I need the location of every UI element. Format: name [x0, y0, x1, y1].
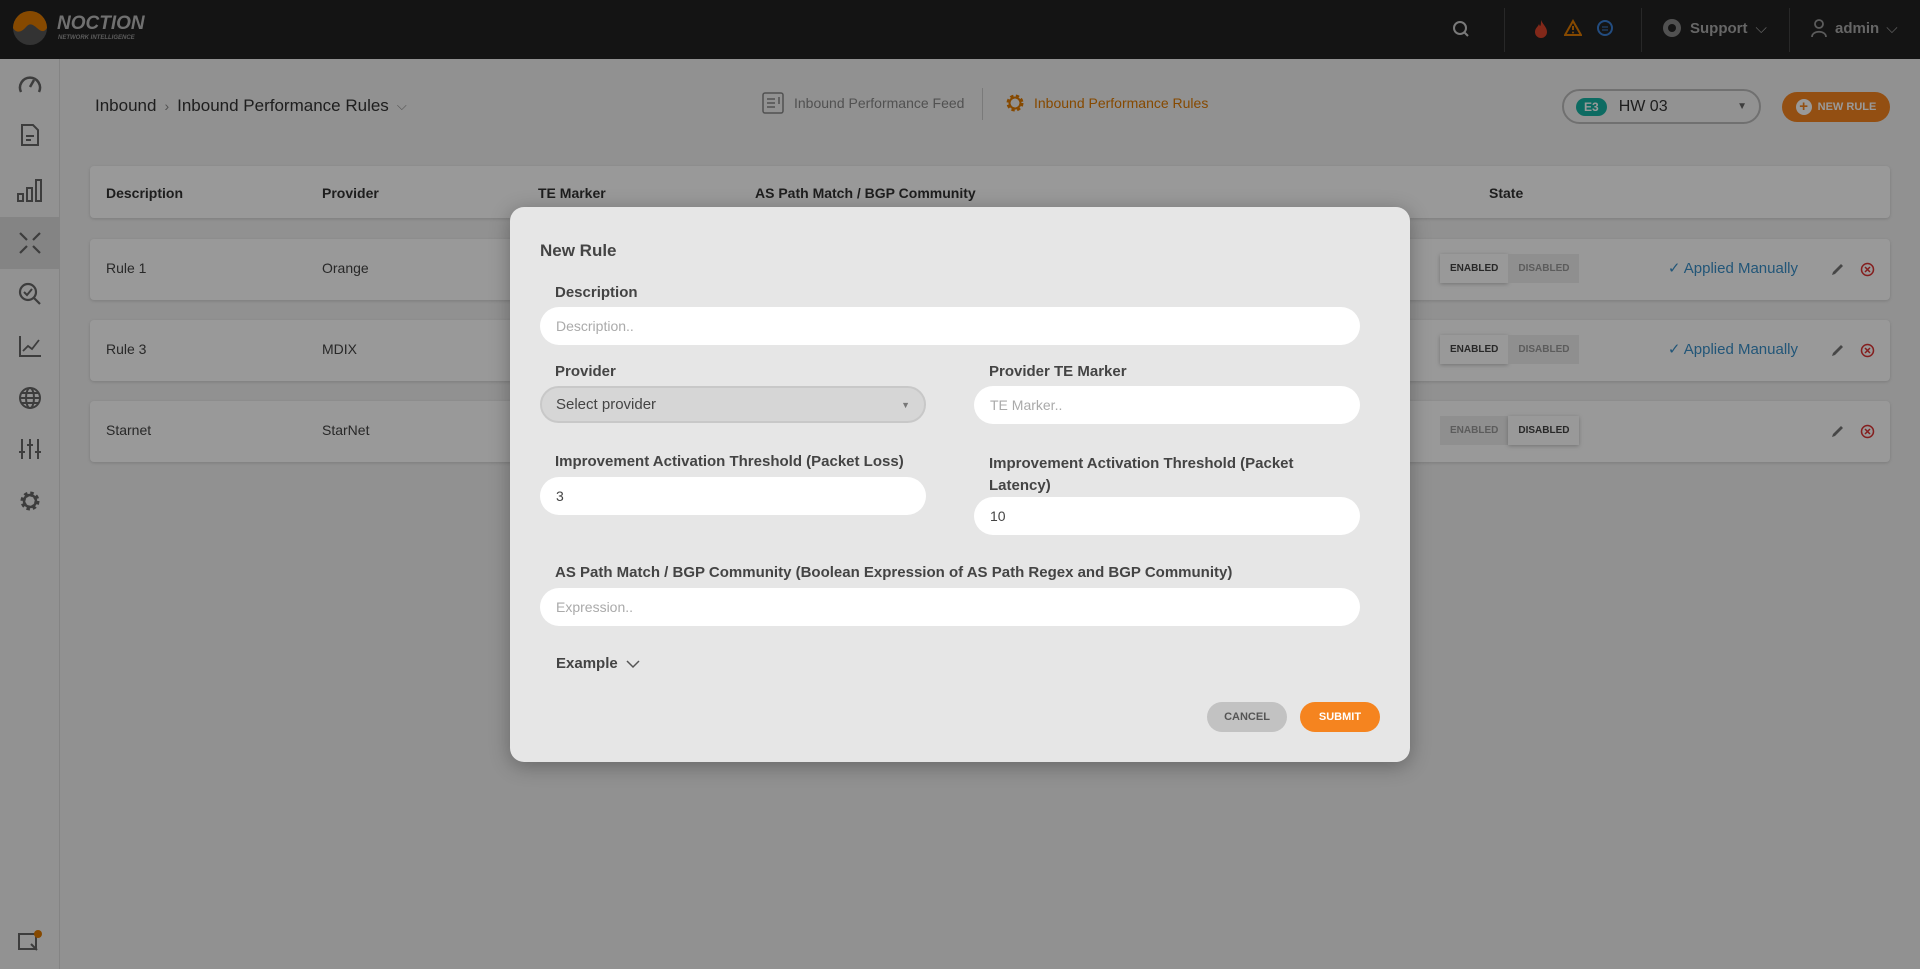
caret-down-icon: ▼ — [901, 399, 910, 410]
provider-label: Provider — [555, 363, 616, 380]
chevron-down-icon — [626, 659, 640, 668]
packet-loss-label: Improvement Activation Threshold (Packet… — [555, 453, 904, 470]
modal-title: New Rule — [540, 241, 617, 260]
packet-loss-input[interactable] — [540, 477, 926, 515]
expression-input[interactable] — [540, 588, 1360, 626]
description-label: Description — [555, 284, 638, 301]
provider-select[interactable]: Select provider ▼ — [540, 386, 926, 423]
new-rule-modal: New Rule Description Provider Select pro… — [510, 207, 1410, 762]
expression-label: AS Path Match / BGP Community (Boolean E… — [555, 564, 1233, 581]
cancel-button[interactable]: CANCEL — [1207, 702, 1287, 732]
te-marker-label: Provider TE Marker — [989, 363, 1127, 380]
description-input[interactable] — [540, 307, 1360, 345]
example-toggle[interactable]: Example — [556, 655, 640, 672]
packet-latency-input[interactable] — [974, 497, 1360, 535]
submit-button[interactable]: SUBMIT — [1300, 702, 1380, 732]
packet-latency-label: Improvement Activation Threshold (Packet… — [989, 455, 1294, 494]
te-marker-input[interactable] — [974, 386, 1360, 424]
